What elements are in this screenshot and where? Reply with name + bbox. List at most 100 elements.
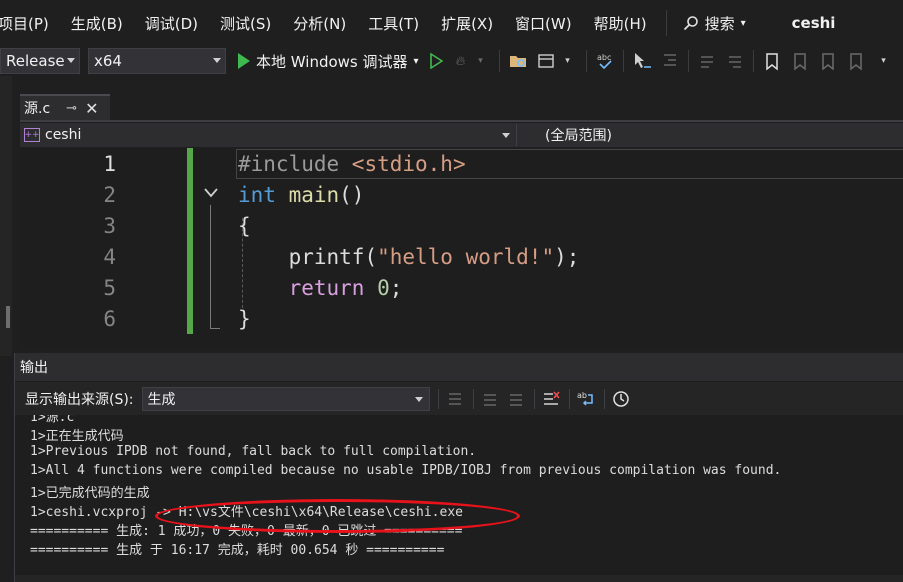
code-line[interactable]: 4 printf("hello world!"); [20, 241, 903, 272]
code-token: () [339, 182, 365, 207]
search-button[interactable]: 搜索 ▾ [675, 13, 754, 34]
solution-name: ceshi [791, 14, 836, 32]
indent-icon[interactable] [660, 51, 680, 71]
code-token: printf [238, 244, 365, 269]
window-layout-icon[interactable] [536, 51, 556, 71]
comment-out-icon[interactable] [697, 51, 717, 71]
code-token: #include [238, 151, 352, 176]
code-token: ( [364, 244, 378, 269]
menu-test[interactable]: 测试(S) [209, 13, 282, 34]
line-number: 6 [103, 306, 116, 331]
tab-source-file[interactable]: 源.c ⊸ ✕ [20, 94, 110, 120]
uncomment-icon[interactable] [725, 51, 745, 71]
run-label: 本地 Windows 调试器 [256, 52, 408, 71]
output-source-dropdown[interactable]: 生成 [141, 386, 430, 411]
toolbar-separator [687, 50, 689, 72]
chevron-down-icon [67, 58, 75, 63]
code-token: ; [389, 275, 403, 300]
menu-project[interactable]: 项目(P) [0, 13, 60, 34]
toolbar-separator [603, 388, 605, 409]
highlight-oval [155, 499, 520, 533]
output-text[interactable]: ========== 生成 于 16:17 完成，耗时 00.654 秒 ===… [15, 415, 903, 575]
code-token: main [275, 182, 340, 207]
code-text: return 0; [238, 275, 403, 300]
project-name: ceshi [45, 127, 82, 143]
standard-toolbar: Release x64 本地 Windows 调试器 ▾ 🔥︎ ▾ ▾ abc … [0, 46, 903, 76]
scope-label: (全局范围) [545, 128, 612, 144]
menu-help[interactable]: 帮助(H) [583, 13, 658, 34]
platform-value: x64 [94, 52, 122, 70]
start-without-debugging-icon[interactable] [429, 53, 443, 69]
toolbar-separator [472, 388, 474, 409]
chevron-down-icon [414, 396, 423, 402]
code-text: int main() [238, 183, 364, 207]
menu-bar: 项目(P) 生成(B) 调试(D) 测试(S) 分析(N) 工具(T) 扩展(X… [0, 0, 903, 46]
svg-text:abc: abc [597, 53, 611, 62]
clock-icon[interactable] [611, 389, 631, 409]
navigation-bar: ++ ceshi (全局范围) [20, 123, 903, 147]
chevron-down-icon: ▾ [740, 17, 746, 29]
spell-check-icon[interactable]: abc [595, 51, 615, 71]
project-icon: ++ [24, 128, 40, 142]
menu-window[interactable]: 窗口(W) [504, 13, 583, 34]
code-line[interactable]: 2 int main() [20, 179, 903, 210]
next-message-icon[interactable] [506, 389, 526, 409]
bookmark-next-icon[interactable] [818, 51, 838, 71]
line-number: 4 [103, 244, 116, 269]
output-title: 输出 [20, 360, 48, 376]
previous-message-icon[interactable] [480, 389, 500, 409]
search-label: 搜索 [704, 14, 735, 33]
left-dock-strip [0, 76, 12, 356]
configuration-dropdown[interactable]: Release [0, 48, 80, 74]
menu-tools[interactable]: 工具(T) [357, 13, 430, 34]
code-line[interactable]: 5 return 0; [20, 272, 903, 303]
find-message-icon[interactable] [445, 389, 465, 409]
bookmark-clear-icon[interactable] [846, 51, 866, 71]
hot-reload-icon[interactable]: 🔥︎ [451, 51, 471, 71]
code-text: #include <stdio.h> [238, 152, 466, 176]
project-dropdown[interactable]: ++ ceshi [20, 124, 517, 146]
menu-separator [665, 10, 667, 36]
bookmark-icon[interactable] [762, 51, 782, 71]
code-token: "hello world!" [377, 244, 555, 269]
close-icon[interactable]: ✕ [85, 99, 98, 118]
output-title-bar: 输出 [15, 353, 903, 381]
line-number: 2 [103, 182, 116, 207]
code-token: 0 [377, 275, 390, 300]
word-wrap-icon[interactable]: ab [576, 389, 596, 409]
code-line[interactable]: 6} [20, 303, 903, 334]
code-editor[interactable]: 1 #include <stdio.h> 2 int main() 3{4 printf… [20, 148, 903, 346]
chevron-down-icon [213, 58, 221, 63]
toolbar-separator [622, 50, 624, 72]
document-tab-row: 源.c ⊸ ✕ [14, 92, 903, 122]
tab-underline [20, 120, 903, 122]
menu-debug[interactable]: 调试(D) [134, 13, 209, 34]
scope-dropdown[interactable]: (全局范围) [517, 125, 612, 145]
cursor-select-icon[interactable] [632, 51, 652, 71]
code-token: <stdio.h> [351, 151, 466, 176]
configuration-value: Release [6, 52, 65, 70]
folder-search-icon[interactable] [508, 51, 528, 71]
menu-build[interactable]: 生成(B) [60, 13, 134, 34]
platform-dropdown[interactable]: x64 [88, 48, 226, 74]
code-token: } [238, 306, 251, 331]
output-source-value: 生成 [147, 391, 176, 408]
line-number: 1 [103, 151, 116, 176]
code-token: ); [554, 244, 580, 269]
clear-all-icon[interactable] [541, 389, 561, 409]
bookmark-previous-icon[interactable] [790, 51, 810, 71]
output-line: 1>Previous IPDB not found, fall back to … [30, 444, 477, 459]
menu-extensions[interactable]: 扩展(X) [430, 13, 504, 34]
code-line[interactable]: 1 #include <stdio.h> [20, 148, 903, 179]
chevron-down-icon: ▾ [881, 56, 886, 66]
output-source-label: 显示输出来源(S): [25, 391, 134, 408]
start-debugging-button[interactable]: 本地 Windows 调试器 ▾ [238, 51, 419, 72]
code-text: } [238, 307, 251, 331]
horizontal-scrollbar[interactable] [15, 575, 903, 582]
output-line: 1>源.c [30, 415, 75, 425]
line-number: 3 [103, 213, 116, 238]
code-line[interactable]: 3{ [20, 210, 903, 241]
pin-icon[interactable]: ⊸ [66, 101, 77, 116]
menu-analyze[interactable]: 分析(N) [282, 13, 357, 34]
